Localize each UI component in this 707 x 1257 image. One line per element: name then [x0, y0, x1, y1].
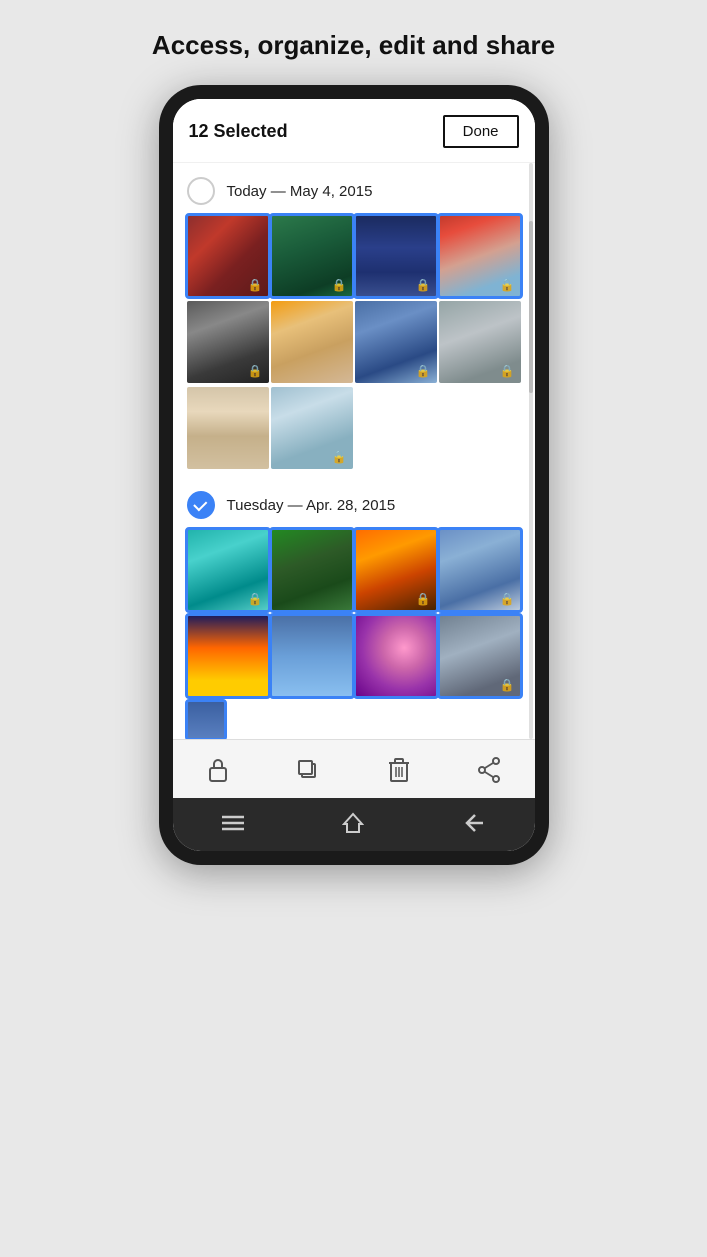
scroll-indicator	[529, 163, 533, 739]
photo-cell-woman[interactable]	[187, 387, 269, 469]
photo-cell-forest2[interactable]	[271, 529, 353, 611]
scroll-area[interactable]: Today — May 4, 2015 🔒 🔒	[173, 163, 535, 739]
photo-cell-sunset[interactable]	[187, 615, 269, 697]
nav-home-icon[interactable]	[335, 812, 371, 839]
lock-icon: 🔒	[416, 278, 431, 292]
photo-cell-matterhorn[interactable]: 🔒	[439, 529, 521, 611]
photo-cell-mountain[interactable]: 🔒	[355, 301, 437, 383]
photo-grid-today-row3: 🔒	[173, 387, 535, 473]
done-button[interactable]: Done	[443, 115, 519, 148]
selected-count: 12 Selected	[189, 121, 288, 142]
photo-cell-campfire[interactable]: 🔒	[355, 529, 437, 611]
photo-cell-empty2	[439, 387, 521, 469]
date-section-today: Today — May 4, 2015 🔒 🔒	[173, 163, 535, 473]
photo-grid-today-row1: 🔒 🔒 🔒 🔒	[173, 215, 535, 301]
phone-screen: 12 Selected Done Today — May 4, 2015 🔒	[173, 99, 535, 851]
photo-cell-bluemtn[interactable]	[271, 615, 353, 697]
lock-icon: 🔒	[500, 592, 515, 606]
lock-icon: 🔒	[332, 278, 347, 292]
photo-cell-bokeh[interactable]	[355, 615, 437, 697]
lock-icon: 🔒	[248, 364, 263, 378]
photo-cell-pe4	[439, 701, 477, 739]
photo-cell-car[interactable]: 🔒	[271, 387, 353, 469]
photo-cell-empty1	[355, 387, 437, 469]
photo-grid-tue-row2: 🔒	[173, 615, 535, 701]
photo-cell-bridge[interactable]: 🔒	[355, 215, 437, 297]
lock-toolbar-icon[interactable]	[198, 752, 238, 788]
delete-toolbar-icon[interactable]	[379, 752, 419, 788]
copy-toolbar-icon[interactable]	[288, 752, 328, 788]
photo-cell-pe2	[271, 701, 309, 739]
lock-icon: 🔒	[500, 278, 515, 292]
photo-cell-family[interactable]	[271, 301, 353, 383]
lock-icon: 🔒	[500, 364, 515, 378]
date-label-tuesday: Tuesday — Apr. 28, 2015	[227, 497, 396, 514]
lock-icon: 🔒	[500, 678, 515, 692]
circle-check-today[interactable]	[187, 177, 215, 205]
photo-cell-bird[interactable]: 🔒	[187, 529, 269, 611]
bottom-toolbar	[173, 739, 535, 798]
lock-icon: 🔒	[248, 592, 263, 606]
date-header-today[interactable]: Today — May 4, 2015	[173, 163, 535, 215]
date-section-tuesday: Tuesday — Apr. 28, 2015 🔒 �	[173, 477, 535, 739]
photo-grid-tue-row1: 🔒 🔒 🔒	[173, 529, 535, 615]
photo-cell-waterfall[interactable]: 🔒	[271, 215, 353, 297]
scroll-thumb[interactable]	[529, 221, 533, 394]
photo-cell-rain[interactable]: 🔒	[439, 301, 521, 383]
date-label-today: Today — May 4, 2015	[227, 183, 373, 200]
lock-icon: 🔒	[248, 278, 263, 292]
selection-bar: 12 Selected Done	[173, 99, 535, 163]
date-header-tuesday[interactable]: Tuesday — Apr. 28, 2015	[173, 477, 535, 529]
photo-grid-today-row2: 🔒 🔒 🔒	[173, 301, 535, 387]
phone-frame: 12 Selected Done Today — May 4, 2015 🔒	[159, 85, 549, 865]
nav-back-icon[interactable]	[456, 813, 492, 838]
photo-grid-tue-partial	[173, 701, 535, 739]
lock-icon: 🔒	[416, 592, 431, 606]
photo-cell-rain2[interactable]: 🔒	[439, 615, 521, 697]
photo-cell-wreath[interactable]: 🔒	[187, 215, 269, 297]
page-title: Access, organize, edit and share	[112, 30, 595, 61]
screen-content: 12 Selected Done Today — May 4, 2015 🔒	[173, 99, 535, 798]
photo-cell-pe3	[355, 701, 393, 739]
photo-cell-partial[interactable]	[187, 701, 225, 739]
photo-cell-rock[interactable]: 🔒	[187, 301, 269, 383]
circle-check-tuesday[interactable]	[187, 491, 215, 519]
lock-icon: 🔒	[416, 364, 431, 378]
share-toolbar-icon[interactable]	[469, 752, 509, 788]
lock-icon: 🔒	[332, 450, 347, 464]
nav-menu-icon[interactable]	[215, 815, 251, 836]
nav-bar	[173, 798, 535, 851]
photo-cell-kids[interactable]: 🔒	[439, 215, 521, 297]
